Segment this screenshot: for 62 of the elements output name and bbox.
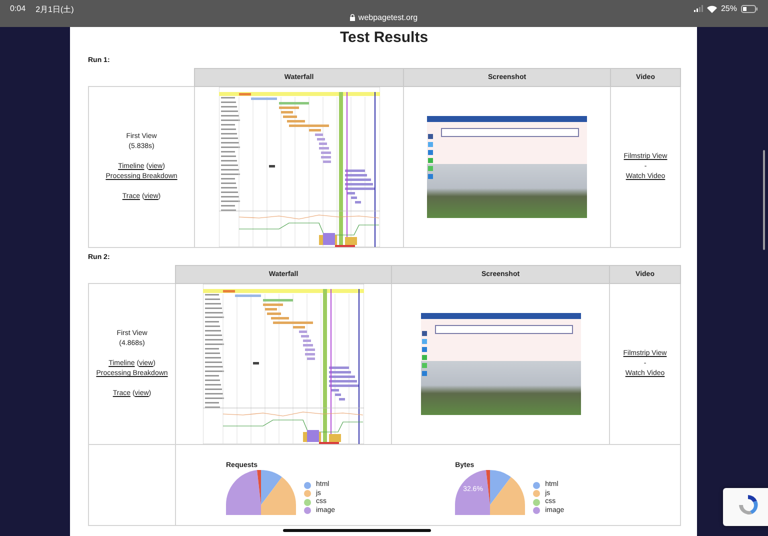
request-bar [308, 129, 320, 132]
battery-percent: 25% [720, 4, 737, 13]
url-text: webpagetest.org [358, 13, 418, 22]
request-bar [263, 299, 293, 302]
request-bar [344, 174, 366, 176]
recaptcha-icon [736, 493, 760, 517]
request-bar [278, 106, 298, 109]
clock-time: 0:04 [10, 4, 26, 15]
request-bar [268, 165, 274, 168]
request-bar [320, 156, 330, 158]
date: 2月1日(土) [36, 4, 74, 15]
request-bar [305, 353, 315, 356]
lock-icon [350, 14, 356, 21]
request-bar [265, 308, 277, 310]
signal-icon [694, 5, 703, 12]
request-bar [344, 178, 370, 181]
request-bar [273, 322, 313, 324]
request-bar [303, 340, 311, 342]
request-bar [267, 312, 281, 315]
request-bar [344, 183, 372, 186]
request-bar [354, 201, 360, 204]
request-bar [318, 142, 326, 145]
request-bar [316, 138, 324, 140]
pie-chart-drawing [455, 470, 526, 515]
request-bar [331, 389, 339, 392]
request-bar [344, 188, 374, 190]
request-bar [223, 290, 235, 292]
request-bar [280, 111, 292, 114]
request-bar [299, 330, 307, 333]
pie-chart-drawing [226, 470, 296, 515]
request-bar [250, 98, 276, 100]
request-bar [238, 93, 250, 96]
request-bar [329, 376, 355, 378]
request-bar [320, 152, 330, 154]
request-bar [303, 344, 313, 346]
request-bar [282, 116, 296, 118]
request-bar [263, 304, 283, 306]
request-bar [286, 120, 304, 122]
request-bar [344, 170, 364, 172]
request-bar [339, 398, 345, 400]
request-bar [314, 134, 322, 136]
wifi-icon [706, 4, 717, 12]
request-bar [322, 160, 330, 163]
request-bar [329, 384, 359, 387]
battery-icon [741, 4, 758, 12]
page-title: Test Results [338, 28, 430, 48]
request-bar [278, 102, 308, 104]
request-bar [307, 358, 315, 360]
request-bar [271, 317, 289, 320]
request-bar [329, 380, 357, 382]
request-bar [301, 335, 309, 338]
request-bar [293, 326, 305, 328]
request-bar [253, 362, 259, 364]
request-bar [329, 371, 351, 374]
request-bar [288, 124, 328, 127]
request-bar [235, 294, 261, 297]
request-bar [350, 196, 356, 199]
request-bar [305, 348, 315, 351]
request-bar [346, 192, 354, 194]
request-bar [329, 366, 349, 369]
request-bar [318, 147, 328, 150]
request-bar [335, 394, 341, 396]
